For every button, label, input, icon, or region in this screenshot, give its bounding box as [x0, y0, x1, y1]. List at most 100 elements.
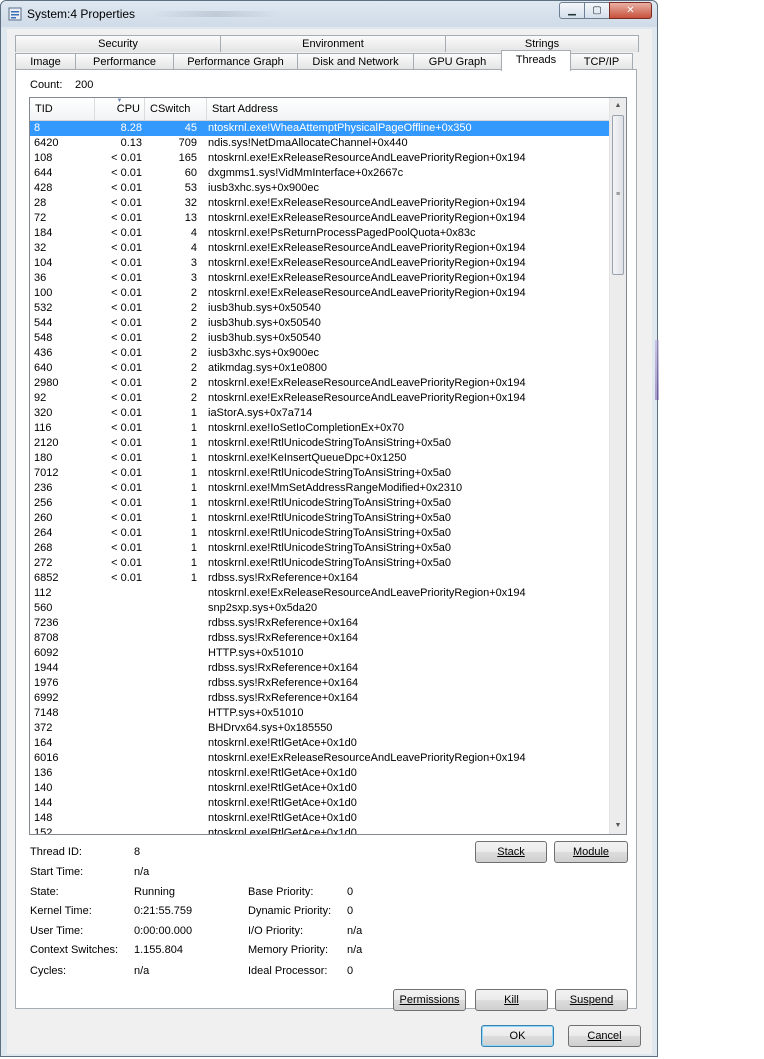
- table-row[interactable]: 148 ntoskrnl.exe!RtlGetAce+0x1d0: [30, 811, 610, 826]
- scroll-thumb[interactable]: ≡: [612, 115, 624, 275]
- table-row[interactable]: 136 ntoskrnl.exe!RtlGetAce+0x1d0: [30, 766, 610, 781]
- cswitch-cell: 2: [190, 377, 197, 389]
- permissions-button[interactable]: Permissions: [393, 989, 466, 1011]
- table-row[interactable]: 428 < 0.01 53 iusb3xhc.sys+0x900ec: [30, 181, 610, 196]
- start-address-cell: HTTP.sys+0x51010: [208, 647, 304, 659]
- table-row[interactable]: 256 < 0.01 1 ntoskrnl.exe!RtlUnicodeStringT…: [30, 496, 610, 511]
- cswitch-cell: 13: [184, 212, 197, 224]
- table-row[interactable]: 1976 rdbss.sys!RxReference+0x164: [30, 676, 610, 691]
- table-row[interactable]: 140 ntoskrnl.exe!RtlGetAce+0x1d0: [30, 781, 610, 796]
- maximize-button[interactable]: ▢: [584, 2, 610, 19]
- table-row[interactable]: 104 < 0.01 3 ntoskrnl.exe!ExReleaseResource…: [30, 256, 610, 271]
- table-row[interactable]: 268 < 0.01 1 ntoskrnl.exe!RtlUnicodeStringT…: [30, 541, 610, 556]
- title-bar[interactable]: System:4 Properties ▁ ▢ ✕: [1, 1, 657, 27]
- table-row[interactable]: 72 < 0.01 13 ntoskrnl.exe!ExReleaseResource…: [30, 211, 610, 226]
- kill-button[interactable]: Kill: [475, 989, 548, 1011]
- table-row[interactable]: 7148 HTTP.sys+0x51010: [30, 706, 610, 721]
- scroll-down-icon[interactable]: ▼: [611, 818, 625, 834]
- start-address-cell: ntoskrnl.exe!RtlGetAce+0x1d0: [208, 737, 357, 749]
- table-row[interactable]: 2980 < 0.01 2 ntoskrnl.exe!ExReleaseResourc…: [30, 376, 610, 391]
- tab-threads[interactable]: Threads: [501, 50, 571, 71]
- table-row[interactable]: 6992 rdbss.sys!RxReference+0x164: [30, 691, 610, 706]
- table-row[interactable]: 28 < 0.01 32 ntoskrnl.exe!ExReleaseResource…: [30, 196, 610, 211]
- tid-cell: 164: [34, 737, 53, 749]
- table-row[interactable]: 544 < 0.01 2 iusb3hub.sys+0x50540: [30, 316, 610, 331]
- table-row[interactable]: 1944 rdbss.sys!RxReference+0x164: [30, 661, 610, 676]
- table-row[interactable]: 560 snp2sxp.sys+0x5da20: [30, 601, 610, 616]
- dynamic-priority-value: 0: [347, 905, 354, 917]
- start-address-cell: ntoskrnl.exe!ExReleaseResourceAndLeavePr…: [208, 377, 526, 389]
- cswitch-cell: 1: [190, 467, 197, 479]
- table-row[interactable]: 260 < 0.01 1 ntoskrnl.exe!RtlUnicodeStringT…: [30, 511, 610, 526]
- tid-cell: 544: [34, 317, 53, 329]
- table-row[interactable]: 152 ntoskrnl.exe!RtlGetAce+0x1d0: [30, 826, 610, 834]
- table-row[interactable]: 164 ntoskrnl.exe!RtlGetAce+0x1d0: [30, 736, 610, 751]
- table-row[interactable]: 108 < 0.01 165 ntoskrnl.exe!ExReleaseResour…: [30, 151, 610, 166]
- table-row[interactable]: 6016 ntoskrnl.exe!ExReleaseResourceAndLea…: [30, 751, 610, 766]
- cswitch-cell: 1: [190, 572, 197, 584]
- table-row[interactable]: 180 < 0.01 1 ntoskrnl.exe!KeInsertQueueDpc+…: [30, 451, 610, 466]
- app-icon: [8, 7, 22, 21]
- table-row[interactable]: 436 < 0.01 2 iusb3xhc.sys+0x900ec: [30, 346, 610, 361]
- table-row[interactable]: 548 < 0.01 2 iusb3hub.sys+0x50540: [30, 331, 610, 346]
- vertical-scrollbar[interactable]: ▲ ≡ ▼: [609, 98, 626, 834]
- table-row[interactable]: 7236 rdbss.sys!RxReference+0x164: [30, 616, 610, 631]
- start-address-cell: rdbss.sys!RxReference+0x164: [208, 677, 359, 689]
- ok-button[interactable]: OK: [481, 1025, 554, 1047]
- suspend-button[interactable]: Suspend: [555, 989, 628, 1011]
- scroll-up-icon[interactable]: ▲: [611, 98, 625, 114]
- list-body: 8 8.28 45 ntoskrnl.exe!WheaAttemptPhysicalP…: [30, 121, 610, 834]
- table-row[interactable]: 272 < 0.01 1 ntoskrnl.exe!RtlUnicodeStringT…: [30, 556, 610, 571]
- tab-performance-graph[interactable]: Performance Graph: [173, 53, 298, 70]
- column-header-start-address[interactable]: Start Address: [207, 98, 610, 120]
- table-row[interactable]: 36 < 0.01 3 ntoskrnl.exe!ExReleaseResourceA…: [30, 271, 610, 286]
- column-header-tid[interactable]: TID: [30, 98, 95, 120]
- cswitch-cell: 1: [190, 527, 197, 539]
- tab-disk-and-network[interactable]: Disk and Network: [297, 53, 414, 70]
- table-row[interactable]: 264 < 0.01 1 ntoskrnl.exe!RtlUnicodeStringT…: [30, 526, 610, 541]
- list-header: TID ▼ CPU CSwitch D... Start Address: [30, 98, 610, 137]
- tab-gpu-graph[interactable]: GPU Graph: [413, 53, 502, 70]
- tab-image[interactable]: Image: [15, 53, 76, 70]
- table-row[interactable]: 372 BHDrvx64.sys+0x185550: [30, 721, 610, 736]
- close-button[interactable]: ✕: [609, 2, 652, 19]
- kernel-time-label: Kernel Time:: [30, 905, 92, 917]
- threads-list[interactable]: TID ▼ CPU CSwitch D... Start Address 8 8.…: [29, 97, 627, 835]
- cancel-button[interactable]: Cancel: [568, 1025, 641, 1047]
- table-row[interactable]: 184 < 0.01 4 ntoskrnl.exe!PsReturnProcessPa…: [30, 226, 610, 241]
- table-row[interactable]: 6092 HTTP.sys+0x51010: [30, 646, 610, 661]
- cswitch-cell: [140, 676, 197, 691]
- tab-performance[interactable]: Performance: [75, 53, 174, 70]
- tab-environment[interactable]: Environment: [220, 35, 446, 52]
- table-row[interactable]: 32 < 0.01 4 ntoskrnl.exe!ExReleaseResourceA…: [30, 241, 610, 256]
- table-row[interactable]: 2120 < 0.01 1 ntoskrnl.exe!RtlUnicodeString…: [30, 436, 610, 451]
- table-row[interactable]: 112 ntoskrnl.exe!ExReleaseResourceAndLeav…: [30, 586, 610, 601]
- stack-button[interactable]: Stack: [475, 841, 547, 863]
- tid-cell: 72: [34, 212, 47, 224]
- table-row[interactable]: 100 < 0.01 2 ntoskrnl.exe!ExReleaseResource…: [30, 286, 610, 301]
- column-header-cpu[interactable]: ▼ CPU: [95, 98, 145, 120]
- table-row[interactable]: 6420 0.13 709 ndis.sys!NetDmaAllocateChanne…: [30, 136, 610, 151]
- minimize-button[interactable]: ▁: [559, 2, 585, 19]
- table-row[interactable]: 644 < 0.01 60 dxgmms1.sys!VidMmInterface+0x…: [30, 166, 610, 181]
- tid-cell: 100: [34, 287, 53, 299]
- table-row[interactable]: 8 8.28 45 ntoskrnl.exe!WheaAttemptPhysicalP…: [30, 121, 610, 136]
- tab-tcpip[interactable]: TCP/IP: [570, 53, 633, 70]
- table-row[interactable]: 6852 < 0.01 1 rdbss.sys!RxReference+0x164: [30, 571, 610, 586]
- column-header-cswitch-delta[interactable]: CSwitch D...: [145, 98, 207, 137]
- table-row[interactable]: 144 ntoskrnl.exe!RtlGetAce+0x1d0: [30, 796, 610, 811]
- table-row[interactable]: 92 < 0.01 2 ntoskrnl.exe!ExReleaseResourceA…: [30, 391, 610, 406]
- table-row[interactable]: 640 < 0.01 2 atikmdag.sys+0x1e0800: [30, 361, 610, 376]
- table-row[interactable]: 532 < 0.01 2 iusb3hub.sys+0x50540: [30, 301, 610, 316]
- table-row[interactable]: 7012 < 0.01 1 ntoskrnl.exe!RtlUnicodeString…: [30, 466, 610, 481]
- properties-window: System:4 Properties ▁ ▢ ✕ Security Envir…: [0, 0, 658, 1057]
- tab-security[interactable]: Security: [15, 35, 221, 52]
- cswitch-cell: 1: [190, 422, 197, 434]
- start-address-cell: ntoskrnl.exe!IoSetIoCompletionEx+0x70: [208, 422, 404, 434]
- table-row[interactable]: 236 < 0.01 1 ntoskrnl.exe!MmSetAddressRange…: [30, 481, 610, 496]
- table-row[interactable]: 320 < 0.01 1 iaStorA.sys+0x7a714: [30, 406, 610, 421]
- module-button[interactable]: Module: [554, 841, 628, 863]
- table-row[interactable]: 8708 rdbss.sys!RxReference+0x164: [30, 631, 610, 646]
- cpu-cell: < 0.01: [111, 557, 142, 569]
- table-row[interactable]: 116 < 0.01 1 ntoskrnl.exe!IoSetIoCompletion…: [30, 421, 610, 436]
